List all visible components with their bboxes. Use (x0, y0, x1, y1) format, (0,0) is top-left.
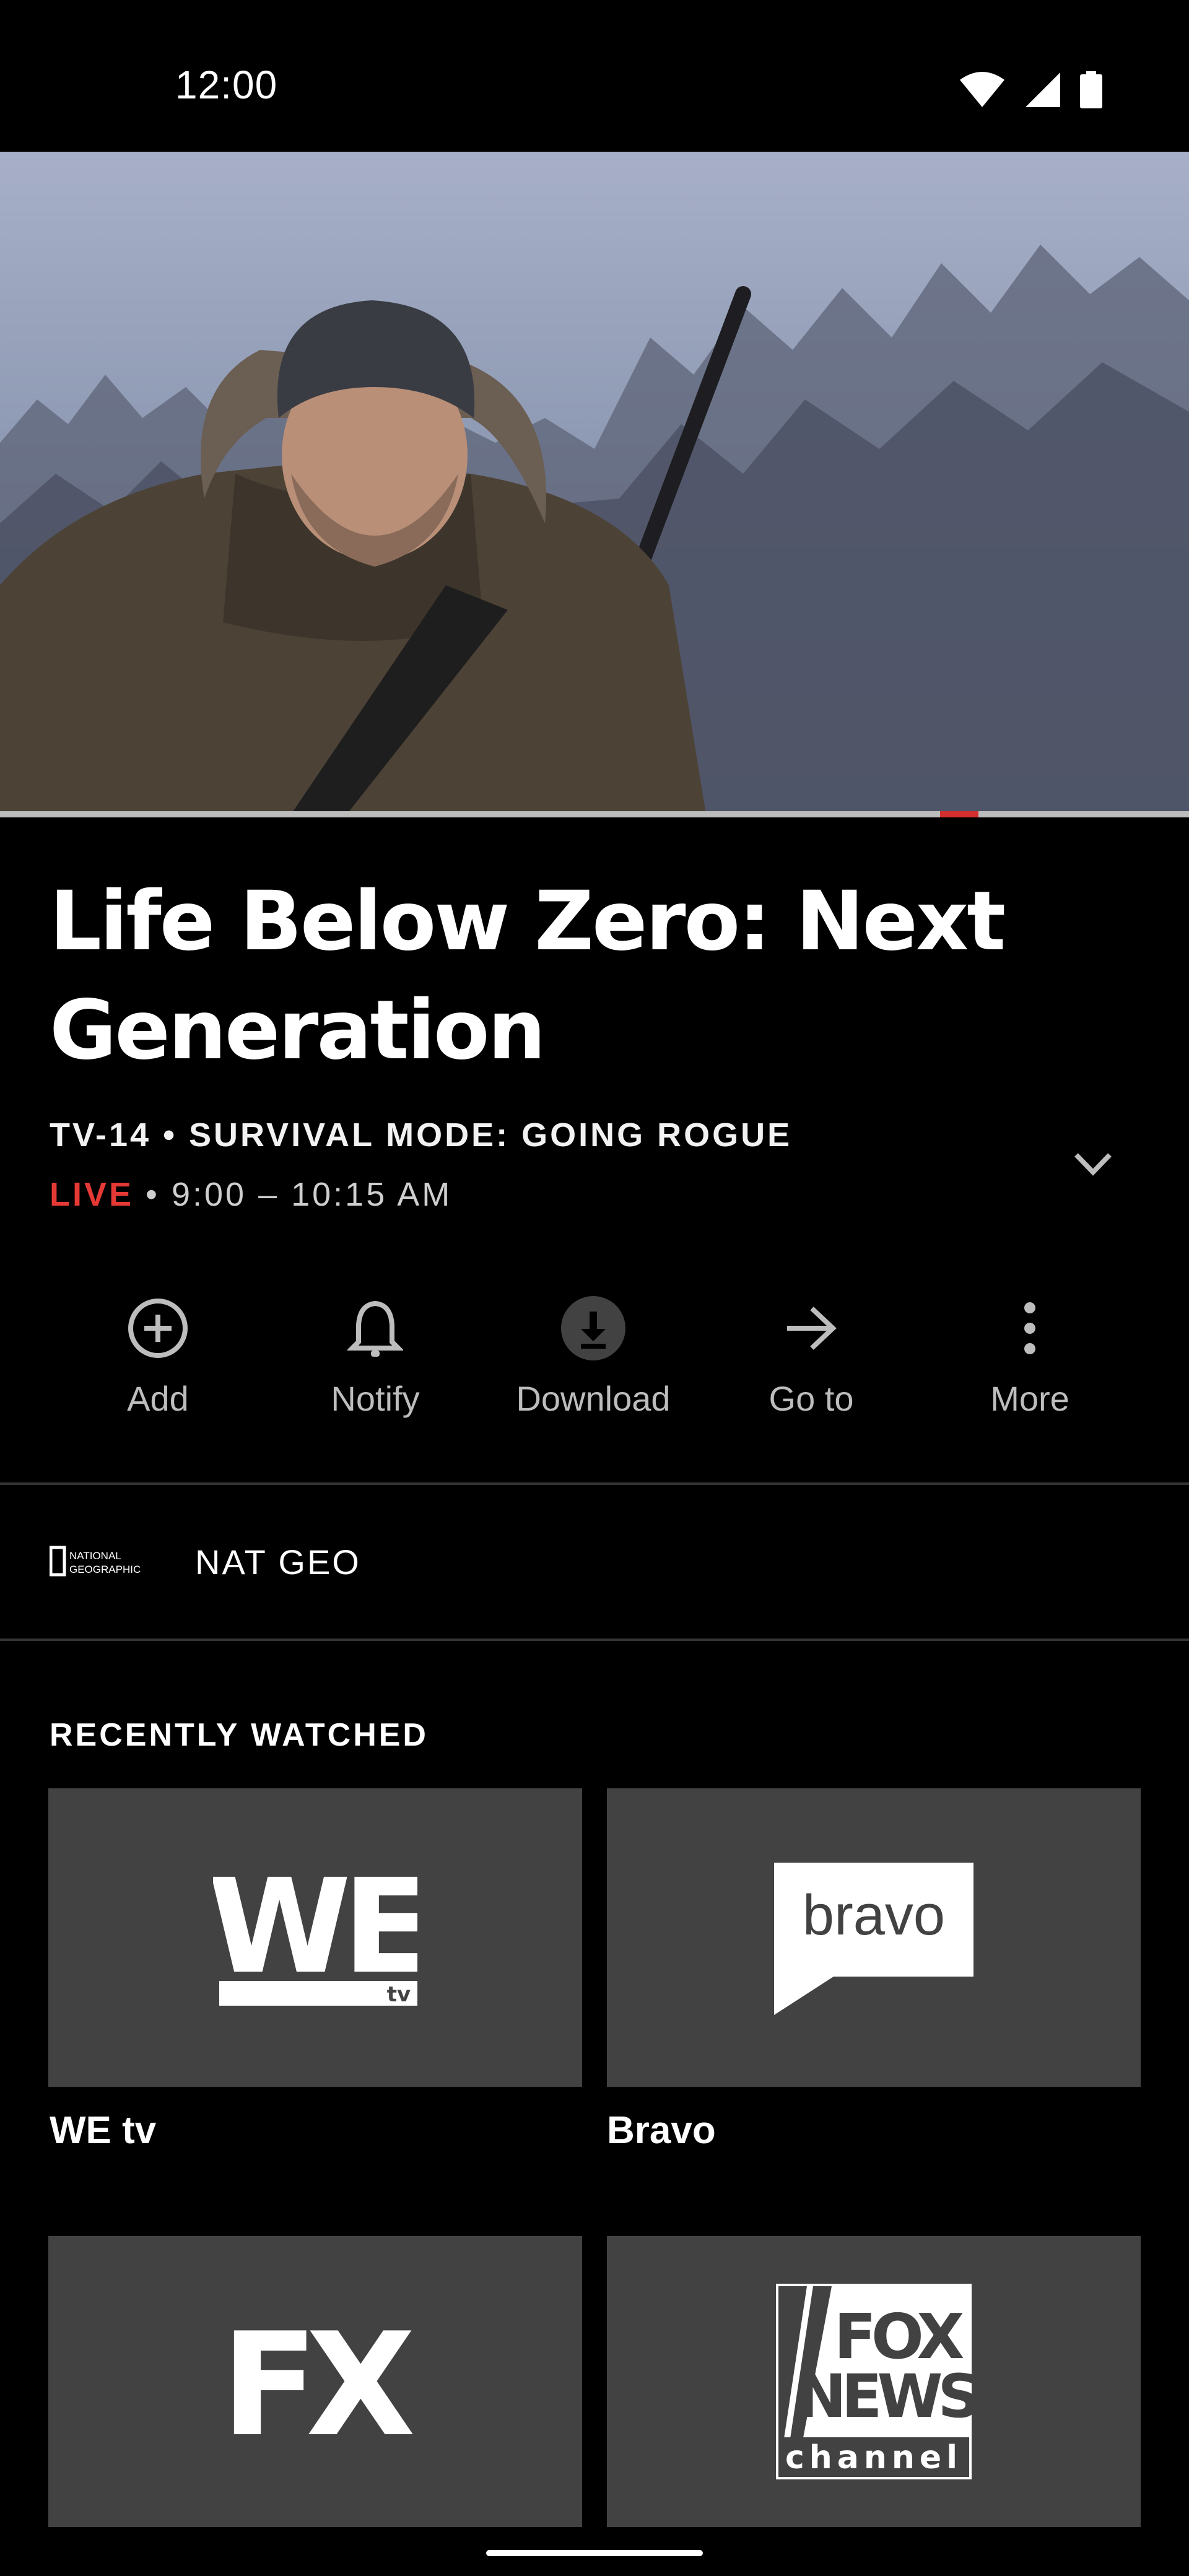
cellular-signal-icon (1026, 72, 1060, 107)
notify-label: Notify (331, 1379, 420, 1418)
video-player[interactable] (0, 152, 1189, 814)
fx-logo-text: FX (221, 2320, 413, 2443)
add-button[interactable]: Add (53, 1294, 263, 1430)
separator: • (163, 1116, 177, 1154)
expand-details-button[interactable] (1071, 1149, 1115, 1180)
we-logo-sub: tv (387, 1982, 411, 2007)
channel-tile-fx[interactable]: FX (48, 2236, 582, 2527)
logo-line-1: NATIONAL (69, 1550, 121, 1562)
more-label: More (990, 1379, 1069, 1418)
bravo-logo: bravo (774, 1863, 973, 2015)
fox-logo-line-3: channel (785, 2439, 962, 2476)
section-heading: RECENTLY WATCHED (50, 1717, 429, 1753)
add-circle-icon (124, 1294, 192, 1362)
national-geographic-logo: NATIONAL GEOGRAPHIC (50, 1546, 141, 1577)
progress-bar[interactable] (0, 811, 1189, 817)
fx-logo: FX (221, 2320, 420, 2443)
time-range: 9:00 – 10:15 AM (171, 1176, 453, 1213)
battery-icon (1080, 71, 1102, 108)
wifi-icon (960, 72, 1004, 107)
arrow-right-icon (777, 1294, 845, 1362)
bell-icon (341, 1294, 409, 1362)
fox-logo-line-2: NEWS (797, 2362, 972, 2431)
progress-live-marker (940, 811, 978, 817)
tile-label-bravo: Bravo (607, 2109, 716, 2152)
channel-tile-we-tv[interactable]: WE tv (48, 1788, 582, 2087)
tile-label-we-tv: WE tv (50, 2109, 157, 2152)
chevron-down-icon (1074, 1153, 1112, 1176)
program-meta: TV-14 • SURVIVAL MODE: GOING ROGUE (50, 1116, 792, 1154)
we-tv-logo: WE tv (213, 1860, 417, 2007)
program-title: Life Below Zero: Next Generation (50, 874, 1006, 1078)
channel-tile-fox-news[interactable]: FOX NEWS channel (607, 2236, 1141, 2527)
channel-name: NAT GEO (195, 1543, 361, 1582)
video-thumbnail (0, 245, 1189, 814)
fox-news-logo: FOX NEWS channel (776, 2284, 972, 2479)
divider (0, 1638, 1189, 1641)
go-to-button[interactable]: Go to (706, 1294, 917, 1430)
more-button[interactable]: More (925, 1294, 1135, 1430)
go-to-label: Go to (769, 1379, 854, 1418)
bravo-logo-text: bravo (803, 1884, 945, 1947)
channel-row[interactable] (0, 1486, 1189, 1638)
download-icon (559, 1294, 627, 1362)
status-clock: 12:00 (175, 63, 278, 107)
notify-button[interactable]: Notify (270, 1294, 481, 1430)
live-badge: LIVE (50, 1176, 134, 1213)
episode-title: SURVIVAL MODE: GOING ROGUE (189, 1116, 793, 1154)
rating: TV-14 (50, 1116, 152, 1154)
logo-line-2: GEOGRAPHIC (69, 1564, 141, 1575)
channel-tile-bravo[interactable]: bravo (607, 1788, 1141, 2087)
divider (0, 1482, 1189, 1485)
home-indicator[interactable] (486, 2550, 703, 2556)
more-vert-icon (996, 1294, 1064, 1362)
status-icons (959, 71, 1102, 108)
download-button[interactable]: Download (488, 1294, 699, 1430)
airing-info: LIVE • 9:00 – 10:15 AM (50, 1175, 452, 1214)
download-label: Download (516, 1379, 671, 1418)
separator: • (146, 1176, 160, 1213)
add-label: Add (127, 1379, 189, 1418)
